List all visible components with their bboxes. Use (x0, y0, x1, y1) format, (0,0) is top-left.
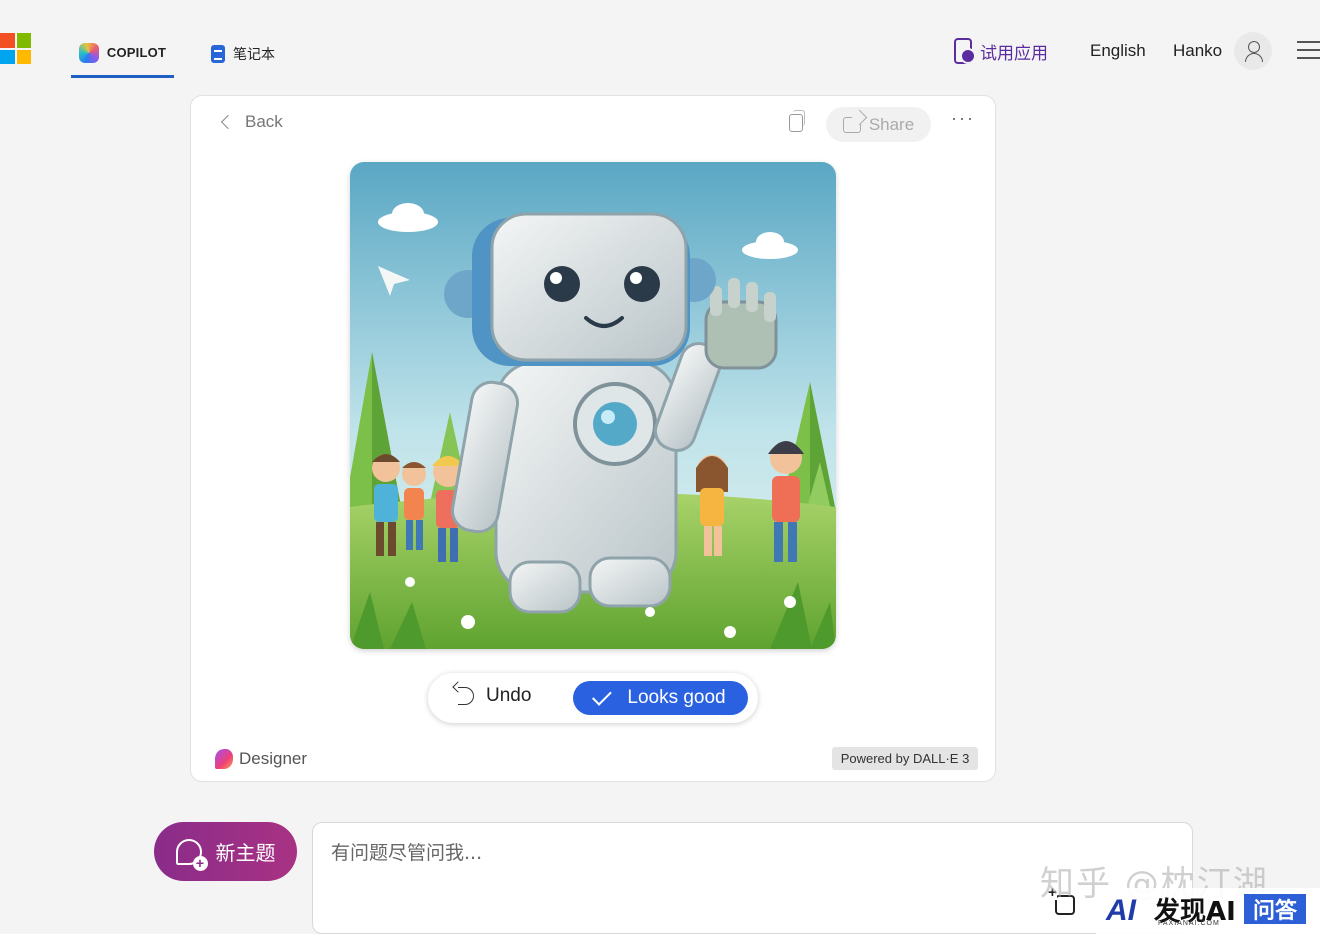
tab-copilot-label: COPILOT (106, 45, 167, 60)
phone-chat-icon (954, 38, 976, 64)
designer-icon (215, 749, 233, 769)
tab-notebook-label: 笔记本 (233, 46, 275, 62)
new-chat-icon (175, 838, 208, 871)
undo-label: Undo (486, 685, 532, 706)
designer-label: Designer (239, 749, 308, 768)
try-app-link[interactable]: 试用应用 (954, 26, 1048, 76)
avatar-icon (1234, 32, 1273, 70)
tab-notebook[interactable]: 笔记本 (211, 30, 275, 78)
menu-icon[interactable] (1297, 41, 1320, 59)
undo-button[interactable]: Undo (458, 685, 531, 707)
faxian-ai-domain: FAXIANAI.COM (1158, 920, 1220, 927)
share-label: Share (868, 114, 915, 134)
language-selector[interactable]: English (1090, 26, 1146, 76)
undo-icon (458, 687, 474, 705)
chevron-left-icon (220, 114, 236, 130)
back-label: Back (245, 112, 283, 131)
image-result-card: Back Share ··· Undo Looks good Designer … (190, 95, 996, 782)
share-icon (842, 116, 861, 133)
new-topic-label: 新主题 (215, 843, 276, 865)
generated-image[interactable] (350, 162, 836, 649)
microsoft-logo[interactable] (0, 33, 31, 64)
copy-icon[interactable] (789, 110, 805, 132)
looks-good-button[interactable]: Looks good (573, 681, 748, 715)
looks-good-label: Looks good (627, 687, 726, 708)
faxian-ai-watermark: AI 发现AI FAXIANAI.COM 问答 (1096, 888, 1320, 934)
share-button[interactable]: Share (826, 107, 931, 142)
notebook-icon (211, 45, 225, 63)
back-button[interactable]: Back (220, 112, 283, 132)
copilot-icon (78, 42, 99, 63)
powered-by-badge: Powered by DALL·E 3 (832, 747, 978, 770)
robot-illustration (350, 162, 836, 649)
tab-copilot[interactable]: COPILOT (71, 30, 174, 78)
user-account[interactable]: Hanko (1173, 26, 1273, 76)
faxian-ai-logo: AI (1106, 894, 1136, 927)
try-app-label: 试用应用 (980, 43, 1048, 63)
language-label: English (1090, 41, 1146, 60)
feedback-pill: Undo Looks good (428, 673, 758, 723)
wenda-badge: 问答 (1244, 894, 1306, 924)
new-topic-button[interactable]: 新主题 (154, 822, 297, 881)
chat-input[interactable] (331, 839, 1031, 867)
more-options-icon[interactable]: ··· (951, 108, 975, 129)
user-name: Hanko (1173, 41, 1223, 60)
designer-brand[interactable]: Designer (215, 749, 307, 769)
check-icon (592, 685, 613, 706)
